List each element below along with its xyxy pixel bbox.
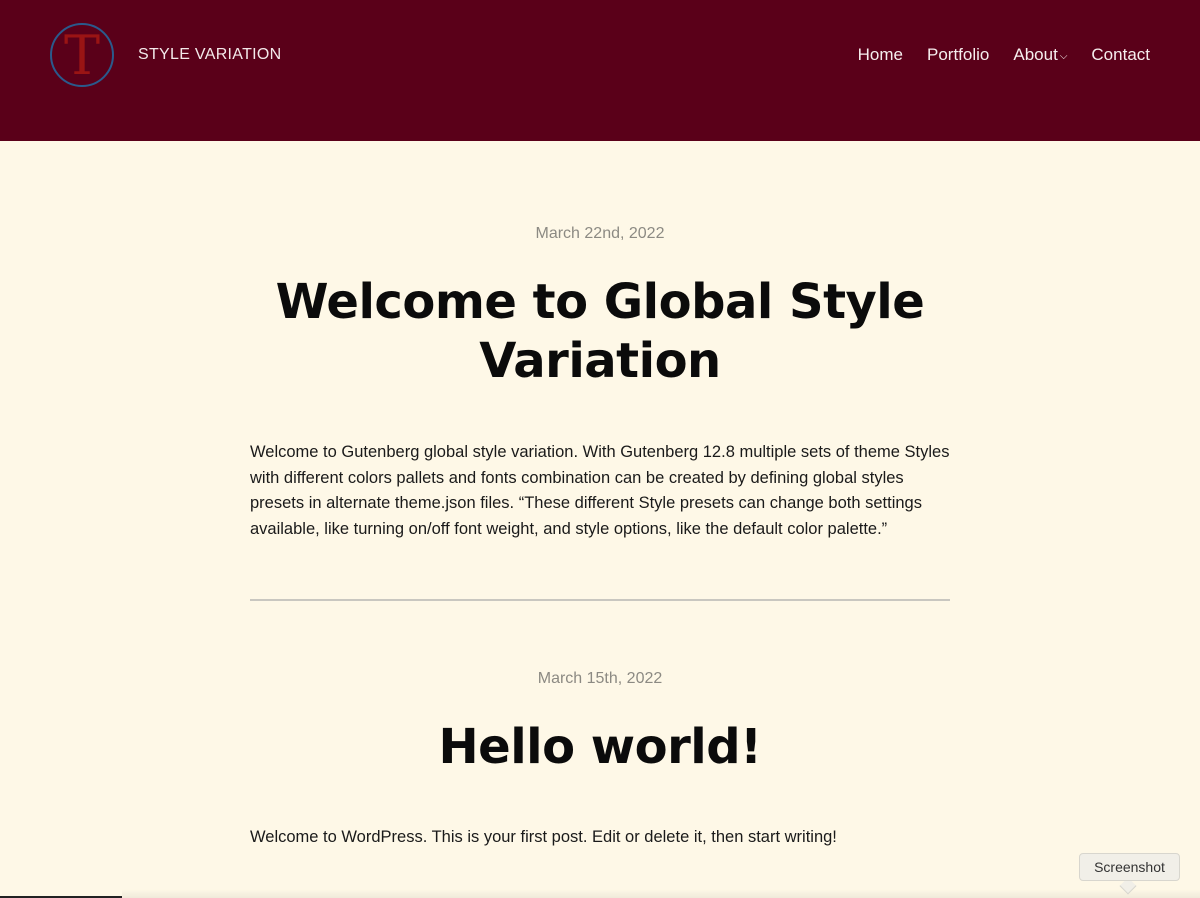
nav-portfolio[interactable]: Portfolio	[927, 45, 989, 65]
main-nav: Home Portfolio About ⌵ Contact	[858, 45, 1150, 65]
post-date[interactable]: March 22nd, 2022	[0, 225, 1200, 243]
nav-contact[interactable]: Contact	[1091, 45, 1150, 65]
post-separator	[250, 599, 950, 601]
chevron-down-icon: ⌵	[1059, 51, 1068, 62]
site-header: T STYLE VARIATION Home Portfolio About ⌵…	[0, 0, 1200, 141]
nav-home-label: Home	[857, 45, 903, 64]
nav-about-label: About	[1013, 45, 1058, 64]
post-excerpt: Welcome to Gutenberg global style variat…	[250, 443, 950, 538]
post-excerpt: Welcome to WordPress. This is your first…	[250, 828, 837, 846]
screenshot-tooltip[interactable]: Screenshot	[1079, 853, 1180, 881]
site-logo[interactable]: T	[50, 23, 114, 87]
post-title[interactable]: Welcome to Global Style Variation	[250, 273, 950, 391]
nav-portfolio-label: Portfolio	[927, 45, 990, 64]
post-date[interactable]: March 15th, 2022	[0, 670, 1200, 688]
site-title[interactable]: STYLE VARIATION	[138, 46, 282, 64]
post-title[interactable]: Hello world!	[250, 718, 950, 777]
bottom-shadow	[122, 889, 1200, 898]
nav-contact-label: Contact	[1091, 45, 1150, 64]
logo-letter: T	[63, 24, 101, 87]
nav-about[interactable]: About ⌵	[1013, 45, 1067, 65]
nav-home[interactable]: Home	[858, 45, 903, 65]
